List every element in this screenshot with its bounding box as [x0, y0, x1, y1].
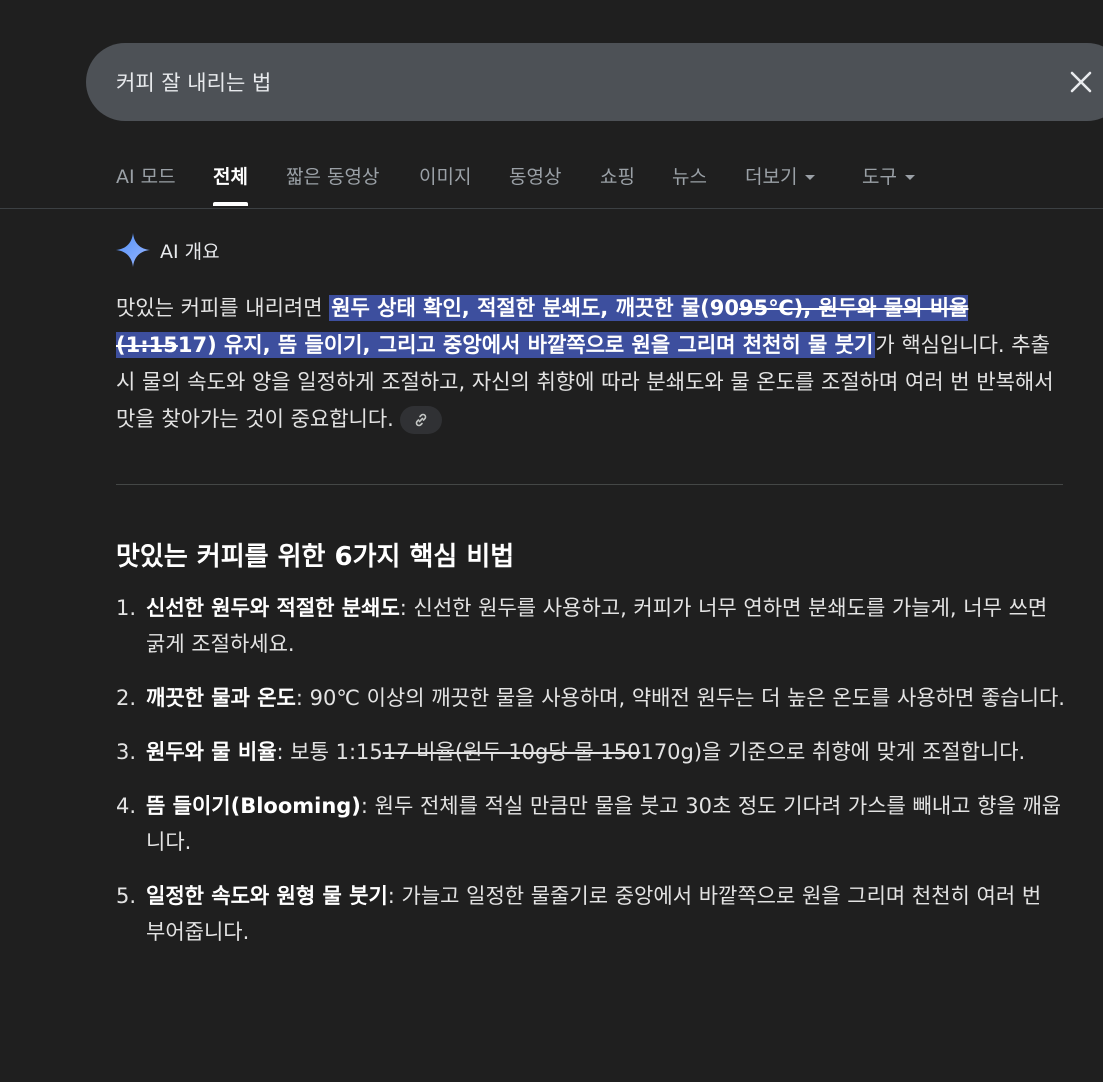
tab-videos[interactable]: 동영상	[509, 162, 561, 189]
ai-overview-header: AI 개요	[116, 230, 220, 270]
summary-hl-c: 17) 유지, 뜸 들이기, 그리고 중앙에서 바깥쪽으로 원을 그리며 천천히…	[177, 333, 874, 357]
summary-hl-a: 원두 상태 확인, 적절한 분쇄도, 깨끗한 물(90	[331, 296, 739, 320]
list-item: 5. 일정한 속도와 원형 물 붓기: 가늘고 일정한 물줄기로 중앙에서 바깥쪽…	[116, 878, 1066, 950]
tab-tools-label: 도구	[862, 166, 897, 188]
tab-shopping[interactable]: 쇼핑	[600, 162, 635, 189]
summary-intro: 맛있는 커피를 내리려면	[116, 296, 330, 320]
list-item: 3. 원두와 물 비율: 보통 1:1517 비율(원두 10g당 물 15017…	[116, 734, 1066, 770]
list-item-text: : 보통 1:15	[276, 740, 383, 764]
divider	[116, 484, 1063, 485]
tab-tools[interactable]: 도구	[862, 162, 915, 189]
tab-more[interactable]: 더보기	[745, 162, 816, 189]
list-item-text-end: 170g)을 기준으로 취향에 맞게 조절합니다.	[640, 740, 1026, 764]
tab-all[interactable]: 전체	[213, 162, 248, 206]
list-item-title: 신선한 원두와 적절한 분쇄도	[146, 596, 400, 620]
list-item: 4. 뜸 들이기(Blooming): 원두 전체를 적실 만큼만 물을 붓고 3…	[116, 788, 1066, 860]
link-icon[interactable]	[399, 406, 442, 434]
list-item-title: 뜸 들이기(Blooming)	[146, 794, 361, 818]
list-item-text: : 90℃ 이상의 깨끗한 물을 사용하며, 약배전 원두는 더 높은 온도를 …	[295, 686, 1065, 710]
section-title: 맛있는 커피를 위한 6가지 핵심 비법	[116, 542, 515, 572]
list-number: 5.	[116, 884, 137, 908]
tab-more-label: 더보기	[745, 166, 798, 188]
list-number: 2.	[116, 686, 137, 710]
ai-summary: 맛있는 커피를 내리려면 원두 상태 확인, 적절한 분쇄도, 깨끗한 물(90…	[116, 290, 1071, 438]
tab-ai-mode[interactable]: AI 모드	[116, 162, 176, 189]
list-item-title: 원두와 물 비율	[146, 740, 277, 764]
search-bar[interactable]: 커피 잘 내리는 법	[86, 43, 1103, 121]
list-number: 1.	[116, 596, 137, 620]
list-number: 4.	[116, 794, 137, 818]
tips-list: 1. 신선한 원두와 적절한 분쇄도: 신선한 원두를 사용하고, 커피가 너무 …	[116, 590, 1066, 968]
caret-down-icon	[805, 175, 816, 180]
close-icon[interactable]	[1061, 62, 1101, 102]
search-tabs: AI 모드 전체 짧은 동영상 이미지 동영상 쇼핑 뉴스 더보기 도구	[0, 150, 1103, 209]
search-input[interactable]: 커피 잘 내리는 법	[116, 67, 271, 97]
list-item-strike: 17 비율(원두 10g당 물 150	[382, 740, 641, 764]
sparkle-icon	[116, 233, 150, 267]
tab-news[interactable]: 뉴스	[672, 162, 707, 189]
list-item: 2. 깨끗한 물과 온도: 90℃ 이상의 깨끗한 물을 사용하며, 약배전 원두…	[116, 680, 1066, 716]
tab-shorts[interactable]: 짧은 동영상	[286, 162, 379, 189]
list-item-title: 일정한 속도와 원형 물 붓기	[146, 884, 388, 908]
list-item: 1. 신선한 원두와 적절한 분쇄도: 신선한 원두를 사용하고, 커피가 너무 …	[116, 590, 1066, 662]
list-number: 3.	[116, 740, 137, 764]
ai-overview-label: AI 개요	[160, 240, 220, 263]
tab-images[interactable]: 이미지	[419, 162, 471, 189]
caret-down-icon	[904, 175, 915, 180]
list-item-title: 깨끗한 물과 온도	[146, 686, 296, 710]
